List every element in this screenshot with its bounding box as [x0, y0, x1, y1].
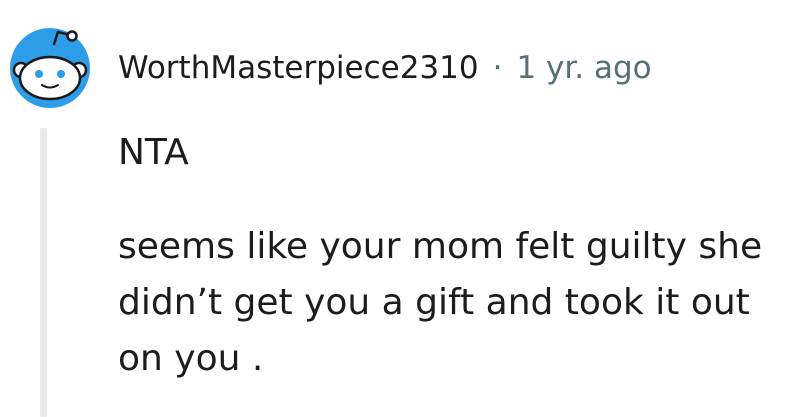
- thread-collapse-line[interactable]: [40, 128, 47, 417]
- timestamp[interactable]: 1 yr. ago: [516, 50, 651, 86]
- comment: WorthMasterpiece2310 · 1 yr. ago NTA see…: [0, 0, 802, 417]
- user-avatar[interactable]: [6, 22, 94, 110]
- meta-separator: ·: [492, 50, 503, 86]
- comment-paragraph: NTA: [118, 132, 189, 173]
- comment-paragraph: seems like your mom felt guilty she didn…: [118, 226, 763, 379]
- reddit-snoo-icon: [10, 28, 90, 108]
- comment-header: WorthMasterpiece2310 · 1 yr. ago: [118, 44, 652, 92]
- username-link[interactable]: WorthMasterpiece2310: [118, 50, 479, 86]
- comment-body: NTA seems like your mom felt guilty she …: [118, 125, 798, 387]
